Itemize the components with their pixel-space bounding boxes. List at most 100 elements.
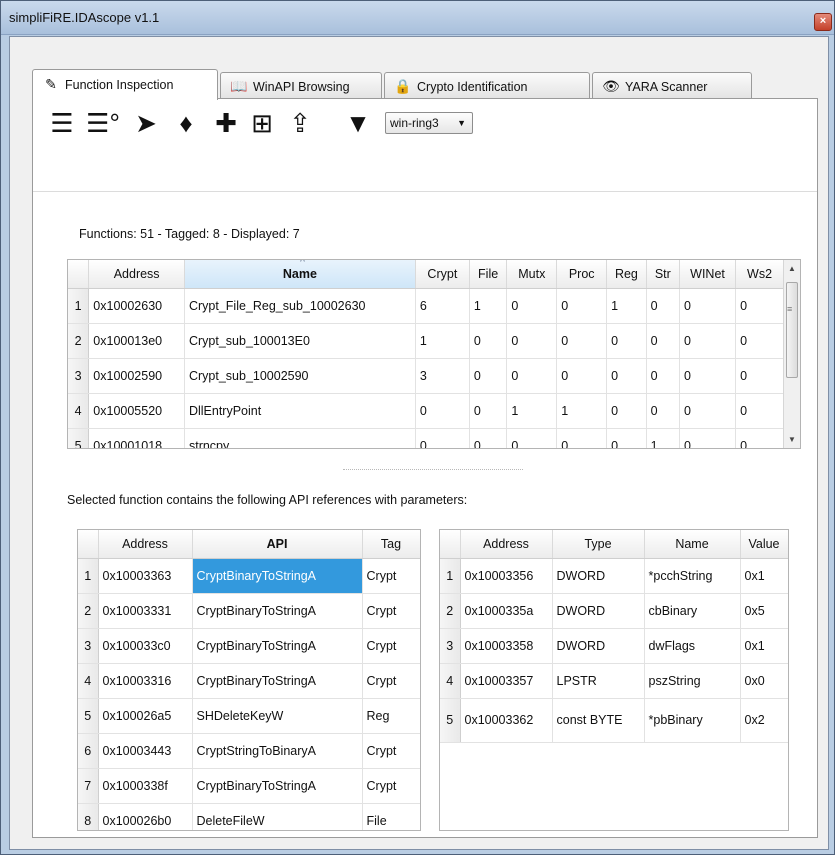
count-mutx[interactable]: 1 — [506, 393, 558, 429]
api-tag[interactable]: Crypt — [362, 663, 420, 699]
api-tag[interactable]: Crypt — [362, 558, 420, 594]
function-name[interactable]: DllEntryPoint — [184, 393, 416, 429]
table-row[interactable]: 5 0x10003362 const BYTE *pbBinary 0x2 — [440, 698, 788, 743]
count-file[interactable]: 0 — [469, 428, 508, 448]
param-address[interactable]: 0x10003362 — [460, 698, 553, 743]
count-ws2[interactable]: 0 — [735, 288, 784, 324]
api-tag[interactable]: Crypt — [362, 733, 420, 769]
scroll-up-icon[interactable]: ▲ — [784, 260, 800, 277]
functions-table[interactable]: Address Name Crypt File Mutx Proc Reg St… — [67, 259, 801, 449]
column-header-mutx[interactable]: Mutx — [506, 260, 558, 289]
count-file[interactable]: 0 — [469, 358, 508, 394]
count-file[interactable]: 1 — [469, 288, 508, 324]
table-row[interactable]: 1 0x10002630 Crypt_File_Reg_sub_10002630… — [68, 288, 784, 324]
api-name[interactable]: SHDeleteKeyW — [192, 698, 363, 734]
param-address[interactable]: 0x10003357 — [460, 663, 553, 699]
table-row[interactable]: 3 0x100033c0 CryptBinaryToStringA Crypt — [78, 628, 420, 664]
param-type[interactable]: DWORD — [552, 558, 645, 594]
table-row[interactable]: 4 0x10005520 DllEntryPoint 0 0 1 1 0 0 0… — [68, 393, 784, 429]
param-value[interactable]: 0x1 — [740, 628, 788, 664]
count-proc[interactable]: 0 — [556, 358, 608, 394]
database-icon[interactable]: ☰ — [47, 107, 77, 139]
api-tag[interactable]: Crypt — [362, 593, 420, 629]
table-row[interactable]: 1 0x10003363 CryptBinaryToStringA Crypt — [78, 558, 420, 594]
table-row[interactable]: 5 0x10001018 strncpy 0 0 0 0 0 1 0 0 — [68, 428, 784, 448]
count-winet[interactable]: 0 — [679, 393, 737, 429]
param-address[interactable]: 0x10003356 — [460, 558, 553, 594]
function-address[interactable]: 0x10005520 — [88, 393, 185, 429]
title-bar[interactable]: simpliFiRE.IDAscope v1.1 × — [1, 1, 834, 35]
api-address[interactable]: 0x10003363 — [98, 558, 193, 594]
api-name[interactable]: CryptBinaryToStringA — [192, 663, 363, 699]
export-icon[interactable]: ⇪ — [285, 107, 315, 139]
tab-winapi-browsing[interactable]: 📖 WinAPI Browsing — [220, 72, 382, 99]
close-button[interactable]: × — [814, 13, 832, 31]
function-name[interactable]: strncpy — [184, 428, 416, 448]
function-address[interactable]: 0x100013e0 — [88, 323, 185, 359]
count-crypt[interactable]: 6 — [415, 288, 470, 324]
count-proc[interactable]: 1 — [556, 393, 608, 429]
ring-select[interactable]: win-ring3 ▼ — [385, 112, 473, 134]
table-row[interactable]: 1 0x10003356 DWORD *pcchString 0x1 — [440, 558, 788, 594]
api-address[interactable]: 0x100026b0 — [98, 803, 193, 830]
api-address[interactable]: 0x10003316 — [98, 663, 193, 699]
count-str[interactable]: 0 — [646, 393, 680, 429]
count-crypt[interactable]: 3 — [415, 358, 470, 394]
database-config-icon[interactable]: ☰° — [83, 107, 123, 139]
parameters-table[interactable]: Address Type Name Value 1 0x10003356 DWO… — [439, 529, 789, 831]
api-address[interactable]: 0x100026a5 — [98, 698, 193, 734]
table-row[interactable]: 4 0x10003316 CryptBinaryToStringA Crypt — [78, 663, 420, 699]
tab-yara-scanner[interactable]: 👁 YARA Scanner — [592, 72, 752, 99]
param-value[interactable]: 0x2 — [740, 698, 788, 743]
column-header-str[interactable]: Str — [646, 260, 680, 289]
plus-icon[interactable]: ✚ — [211, 107, 241, 139]
table-row[interactable]: 7 0x1000338f CryptBinaryToStringA Crypt — [78, 768, 420, 804]
count-file[interactable]: 0 — [469, 393, 508, 429]
count-file[interactable]: 0 — [469, 323, 508, 359]
tab-function-inspection[interactable]: ✎ Function Inspection — [32, 69, 218, 100]
function-address[interactable]: 0x10002630 — [88, 288, 185, 324]
column-header-winet[interactable]: WINet — [679, 260, 737, 289]
api-tag[interactable]: Crypt — [362, 628, 420, 664]
api-tag[interactable]: File — [362, 803, 420, 830]
column-header-reg[interactable]: Reg — [606, 260, 647, 289]
count-mutx[interactable]: 0 — [506, 288, 558, 324]
param-value[interactable]: 0x0 — [740, 663, 788, 699]
column-header-api[interactable]: API — [192, 530, 363, 559]
api-tag[interactable]: Reg — [362, 698, 420, 734]
api-address[interactable]: 0x100033c0 — [98, 628, 193, 664]
column-header-name[interactable]: Name — [644, 530, 741, 559]
function-name[interactable]: Crypt_File_Reg_sub_10002630 — [184, 288, 416, 324]
param-address[interactable]: 0x10003358 — [460, 628, 553, 664]
functions-scrollbar[interactable]: ▲ ≡ ▼ — [783, 260, 800, 448]
count-proc[interactable]: 0 — [556, 288, 608, 324]
count-mutx[interactable]: 0 — [506, 428, 558, 448]
column-header-proc[interactable]: Proc — [556, 260, 608, 289]
tags-icon[interactable]: ➤ — [131, 107, 161, 139]
count-winet[interactable]: 0 — [679, 288, 737, 324]
function-address[interactable]: 0x10002590 — [88, 358, 185, 394]
table-row[interactable]: 5 0x100026a5 SHDeleteKeyW Reg — [78, 698, 420, 734]
count-reg[interactable]: 0 — [606, 428, 647, 448]
table-row[interactable]: 4 0x10003357 LPSTR pszString 0x0 — [440, 663, 788, 699]
count-crypt[interactable]: 0 — [415, 428, 470, 448]
scroll-thumb[interactable] — [786, 282, 798, 378]
param-name[interactable]: pszString — [644, 663, 741, 699]
table-row[interactable]: 2 0x100013e0 Crypt_sub_100013E0 1 0 0 0 … — [68, 323, 784, 359]
column-header-file[interactable]: File — [469, 260, 508, 289]
filter-icon[interactable]: ▼ — [343, 107, 373, 139]
column-header-type[interactable]: Type — [552, 530, 645, 559]
count-proc[interactable]: 0 — [556, 323, 608, 359]
table-row[interactable]: 2 0x1000335a DWORD cbBinary 0x5 — [440, 593, 788, 629]
param-type[interactable]: LPSTR — [552, 663, 645, 699]
column-header-address[interactable]: Address — [98, 530, 193, 559]
param-value[interactable]: 0x5 — [740, 593, 788, 629]
count-winet[interactable]: 0 — [679, 323, 737, 359]
function-name[interactable]: Crypt_sub_10002590 — [184, 358, 416, 394]
count-ws2[interactable]: 0 — [735, 358, 784, 394]
count-str[interactable]: 0 — [646, 288, 680, 324]
api-name[interactable]: CryptBinaryToStringA — [192, 593, 363, 629]
count-reg[interactable]: 0 — [606, 323, 647, 359]
param-name[interactable]: dwFlags — [644, 628, 741, 664]
count-proc[interactable]: 0 — [556, 428, 608, 448]
